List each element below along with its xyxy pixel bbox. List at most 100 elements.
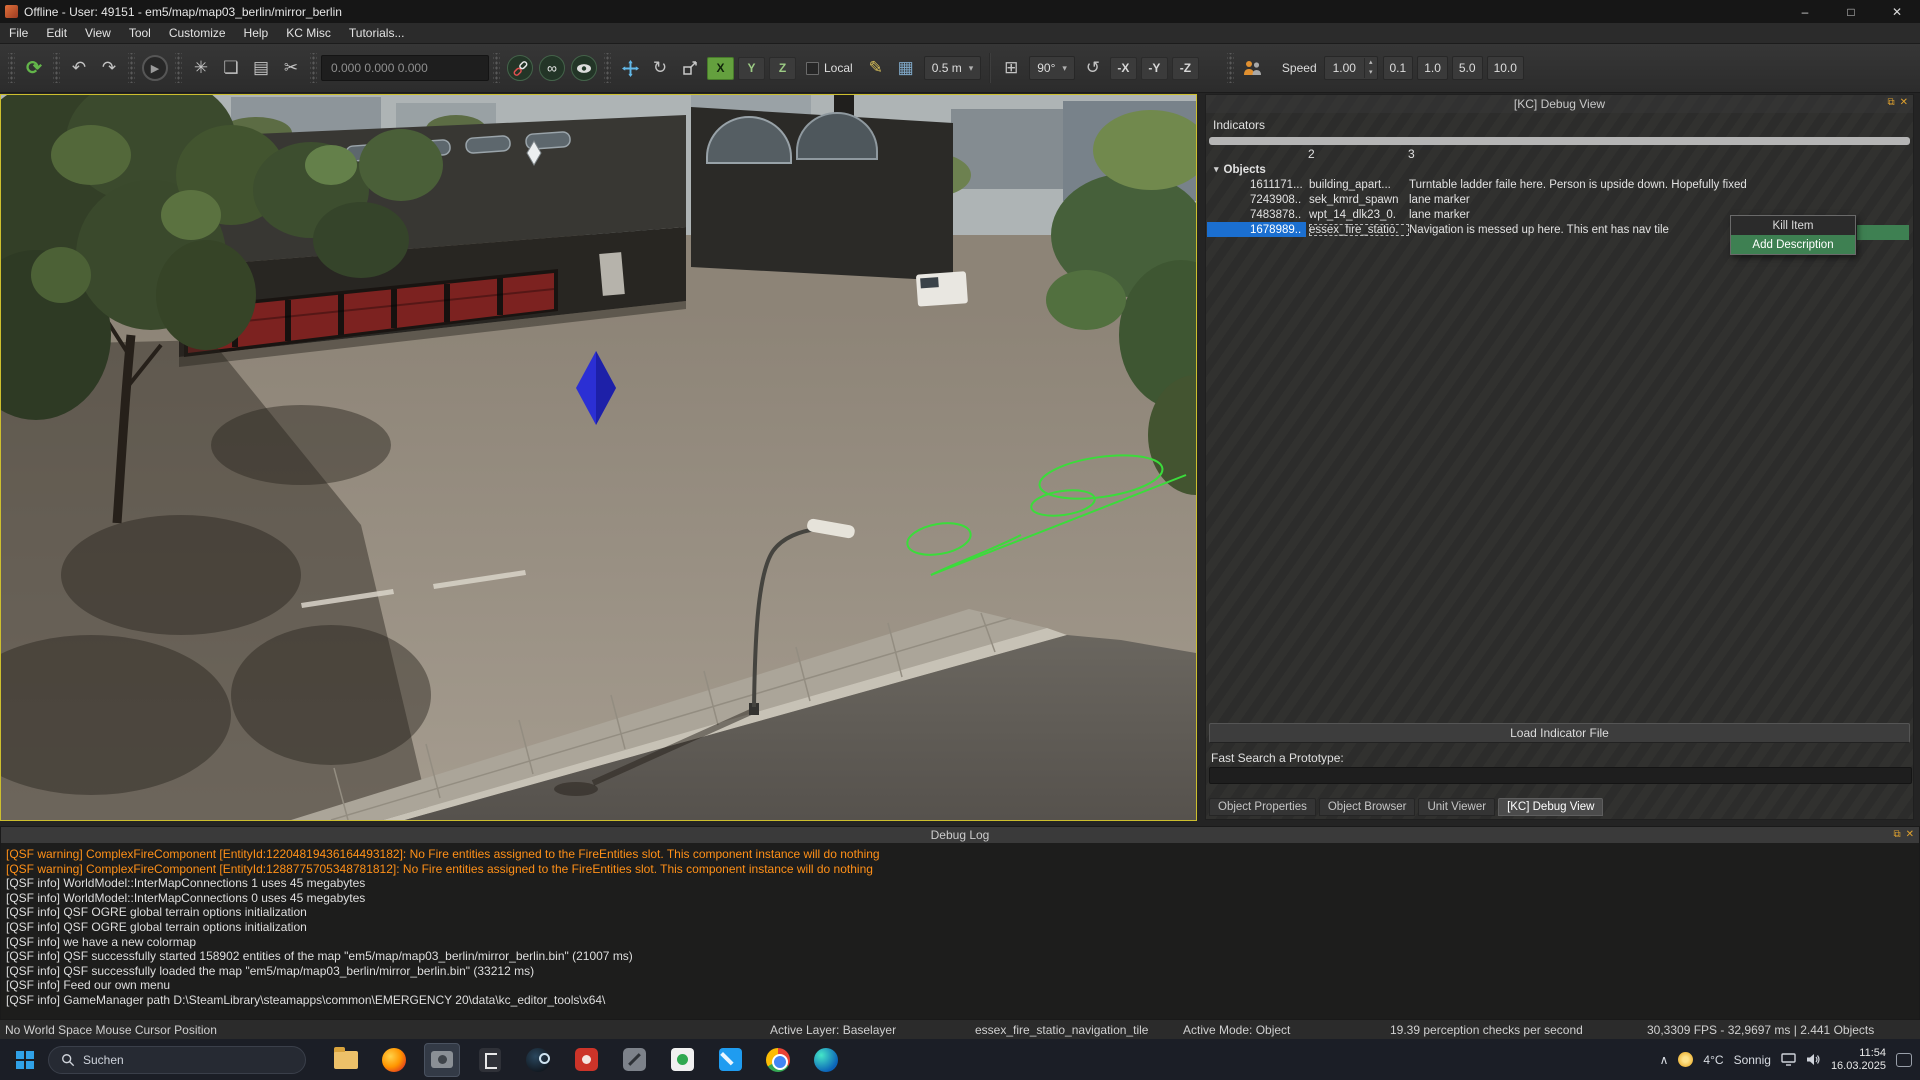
tab-object-browser[interactable]: Object Browser	[1319, 798, 1416, 816]
menu-customize[interactable]: Customize	[160, 23, 235, 43]
float-panel-icon[interactable]: ⧉	[1887, 97, 1894, 108]
float-panel-icon[interactable]: ⧉	[1893, 829, 1900, 840]
taskbar-editor-active[interactable]	[424, 1043, 460, 1077]
taskbar-epic[interactable]	[472, 1043, 508, 1077]
scale-tool-button[interactable]	[675, 53, 705, 83]
taskbar-explorer[interactable]	[328, 1043, 364, 1077]
taskbar-steam[interactable]	[520, 1043, 556, 1077]
tab-object-properties[interactable]: Object Properties	[1209, 798, 1316, 816]
speed-preset-0-1[interactable]: 0.1	[1383, 56, 1414, 80]
close-panel-icon[interactable]: ✕	[1906, 829, 1914, 840]
taskbar-green-app[interactable]	[664, 1043, 700, 1077]
tray-chevron-icon[interactable]: ∧	[1660, 1053, 1669, 1067]
rotate-tool-button[interactable]: ↻	[645, 53, 675, 83]
speed-preset-1-0[interactable]: 1.0	[1417, 56, 1448, 80]
grid-size-dropdown[interactable]: 0.5 m ▾	[924, 56, 982, 80]
speed-preset-5-0[interactable]: 5.0	[1452, 56, 1483, 80]
viewport-3d[interactable]	[0, 94, 1197, 821]
table-scrollbar[interactable]	[1209, 137, 1910, 145]
taskbar-firefox[interactable]	[376, 1043, 412, 1077]
chevron-down-icon: ▾	[969, 63, 974, 74]
start-button[interactable]	[8, 1043, 42, 1077]
weather-condition[interactable]: Sonnig	[1734, 1053, 1771, 1067]
menu-edit[interactable]: Edit	[37, 23, 76, 43]
menu-help[interactable]: Help	[235, 23, 278, 43]
unlink-button[interactable]	[507, 55, 533, 81]
infinity-button[interactable]: ∞	[539, 55, 565, 81]
debug-view-header[interactable]: [KC] Debug View ⧉ ✕	[1206, 95, 1913, 113]
minimize-button[interactable]: –	[1782, 0, 1828, 23]
tree-expand-icon[interactable]: ▾	[1214, 164, 1219, 175]
undo-button[interactable]: ↶	[64, 53, 94, 83]
speed-spinner[interactable]: 1.00 ▴ ▾	[1324, 56, 1378, 80]
close-panel-icon[interactable]: ✕	[1900, 97, 1908, 108]
row-name: sek_kmrd_spawn	[1309, 194, 1409, 206]
grid-button[interactable]: ▦	[891, 53, 921, 83]
local-toggle[interactable]: Local	[806, 61, 853, 75]
log-line: [QSF warning] ComplexFireComponent [Enti…	[6, 862, 1914, 877]
taskbar-tools-app[interactable]	[616, 1043, 652, 1077]
grid-add-button[interactable]: ⊞	[996, 53, 1026, 83]
menu-view[interactable]: View	[76, 23, 120, 43]
column-header-3[interactable]: 3	[1408, 147, 1415, 161]
snap-settings-button[interactable]: ✳	[186, 53, 216, 83]
play-button[interactable]: ▶	[142, 55, 168, 81]
toolbar-handle	[128, 53, 135, 83]
rotate-ccw-button[interactable]: ↺	[1078, 53, 1108, 83]
context-menu-kill-item[interactable]: Kill Item	[1731, 216, 1855, 235]
table-row[interactable]: 1611171... building_apart... Turntable l…	[1206, 177, 1913, 192]
log-line: [QSF info] QSF successfully started 1589…	[6, 949, 1914, 964]
network-icon[interactable]	[1781, 1053, 1796, 1066]
neg-axis-z-button[interactable]: -Z	[1172, 57, 1199, 80]
column-header-2[interactable]: 2	[1308, 147, 1315, 161]
table-row[interactable]: 7243908.. sek_kmrd_spawn lane marker	[1206, 192, 1913, 207]
taskbar-chrome[interactable]	[760, 1043, 796, 1077]
debug-log-header[interactable]: Debug Log ⧉ ✕	[1, 827, 1919, 843]
menu-tool[interactable]: Tool	[120, 23, 160, 43]
weather-temp[interactable]: 4°C	[1703, 1053, 1723, 1067]
persons-button[interactable]	[1238, 53, 1268, 83]
tab-kc-debug-view[interactable]: [KC] Debug View	[1498, 798, 1603, 816]
redo-button[interactable]: ↷	[94, 53, 124, 83]
menu-tutorials[interactable]: Tutorials...	[340, 23, 414, 43]
visibility-button[interactable]	[571, 55, 597, 81]
cut-tool-button[interactable]: ✂	[276, 53, 306, 83]
load-indicator-file-button[interactable]: Load Indicator File	[1209, 723, 1910, 743]
weather-sun-icon[interactable]	[1678, 1052, 1693, 1067]
toolbar-separator	[989, 53, 991, 83]
move-tool-button[interactable]	[615, 53, 645, 83]
sync-button[interactable]: ⟳	[19, 53, 49, 83]
clipboard-button[interactable]: ❏	[216, 53, 246, 83]
neg-axis-y-button[interactable]: -Y	[1141, 57, 1168, 80]
menu-kc-misc[interactable]: KC Misc	[277, 23, 340, 43]
prototype-search-input[interactable]	[1209, 767, 1912, 784]
neg-axis-x-button[interactable]: -X	[1110, 57, 1137, 80]
tab-unit-viewer[interactable]: Unit Viewer	[1418, 798, 1495, 816]
taskbar-vscode[interactable]	[712, 1043, 748, 1077]
clock[interactable]: 11:54 16.03.2025	[1831, 1047, 1886, 1073]
close-button[interactable]: ✕	[1874, 0, 1920, 23]
maximize-button[interactable]: □	[1828, 0, 1874, 23]
menu-file[interactable]: File	[0, 23, 37, 43]
local-checkbox[interactable]	[806, 62, 819, 75]
taskbar-search[interactable]: Suchen	[48, 1046, 306, 1074]
grid-pen-button[interactable]: ✎	[861, 53, 891, 83]
coordinate-field[interactable]: 0.000 0.000 0.000	[321, 55, 489, 81]
tree-root-objects[interactable]: ▾ Objects	[1206, 162, 1913, 177]
context-menu-add-description[interactable]: Add Description	[1731, 235, 1855, 254]
notification-center-icon[interactable]	[1896, 1053, 1912, 1067]
axis-y-button[interactable]: Y	[738, 57, 765, 80]
taskbar-edge[interactable]	[808, 1043, 844, 1077]
taskbar-red-app[interactable]	[568, 1043, 604, 1077]
debug-log-body[interactable]: [QSF warning] ComplexFireComponent [Enti…	[1, 843, 1919, 1020]
speed-preset-10-0[interactable]: 10.0	[1487, 56, 1524, 80]
viewport-canvas[interactable]	[1, 95, 1196, 820]
spin-up-icon[interactable]: ▴	[1365, 58, 1377, 68]
volume-icon[interactable]	[1806, 1053, 1821, 1066]
stamp-button[interactable]: ▤	[246, 53, 276, 83]
axis-x-button[interactable]: X	[707, 57, 734, 80]
undo-icon: ↶	[72, 58, 86, 78]
axis-z-button[interactable]: Z	[769, 57, 796, 80]
rotate-angle-dropdown[interactable]: 90° ▾	[1029, 56, 1075, 80]
spin-down-icon[interactable]: ▾	[1365, 68, 1377, 78]
